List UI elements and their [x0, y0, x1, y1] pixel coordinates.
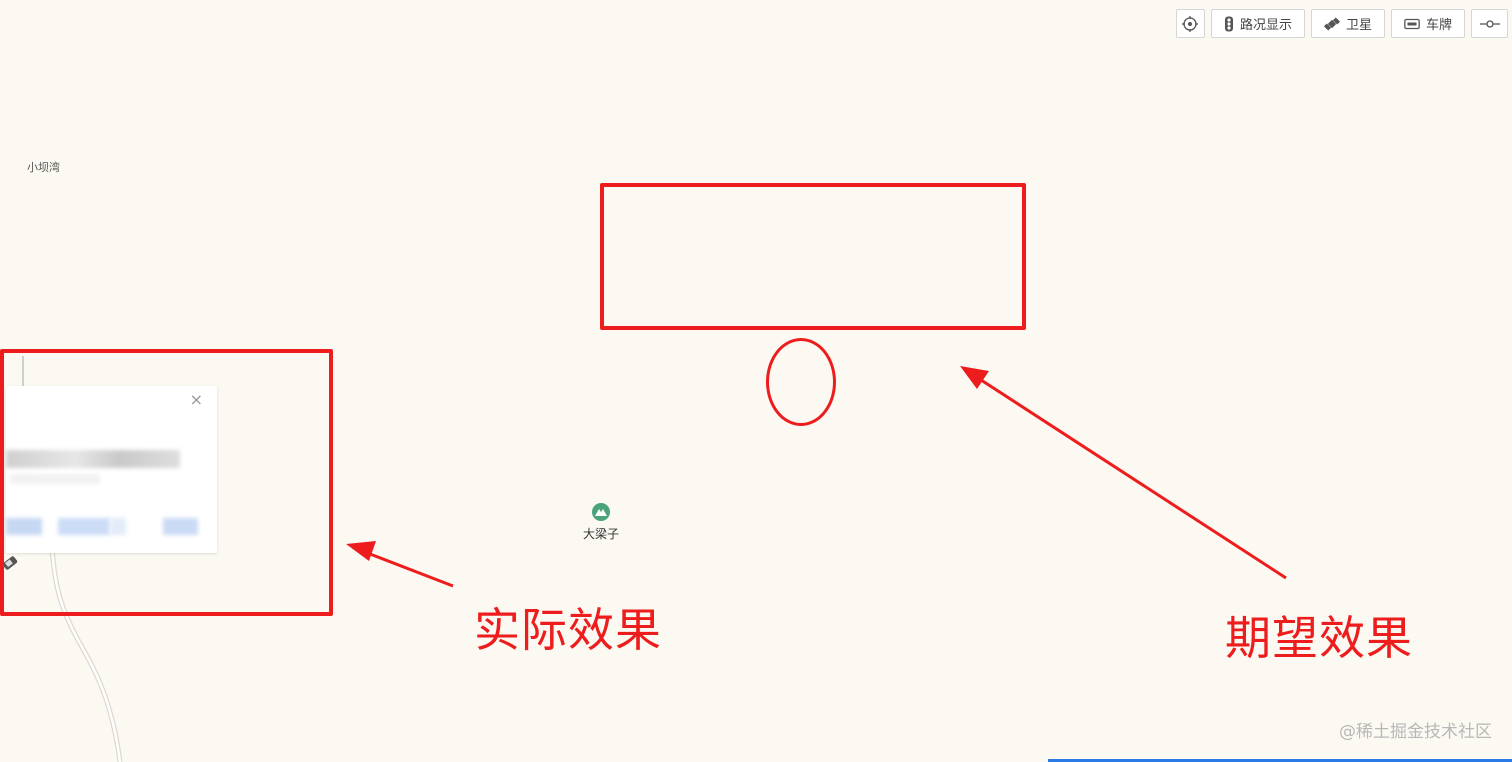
ruler-button[interactable] [1471, 9, 1508, 38]
ruler-icon [1479, 19, 1500, 28]
locate-button[interactable] [1175, 9, 1205, 38]
satellite-button[interactable]: 卫星 [1310, 9, 1385, 38]
watermark: @稀土掘金技术社区 [1339, 722, 1492, 742]
expected-effect-label: 期望效果 [1225, 611, 1413, 665]
actual-effect-label: 实际效果 [474, 603, 662, 657]
satellite-label: 卫星 [1345, 18, 1372, 33]
crosshair-icon [1182, 15, 1199, 32]
poi-marker[interactable]: 大梁子 [581, 503, 621, 542]
map-toolbar: 路况显示 卫星 车牌 [1175, 9, 1508, 38]
expected-effect-box [600, 183, 1026, 330]
license-plate-icon [1404, 18, 1420, 29]
mountain-icon [592, 503, 610, 521]
traffic-light-icon [1224, 16, 1233, 31]
plate-button[interactable]: 车牌 [1390, 9, 1465, 38]
traffic-button[interactable]: 路况显示 [1210, 9, 1305, 38]
expected-effect-ellipse [766, 338, 836, 426]
map-place-label: 小坝湾 [27, 161, 60, 174]
plate-label: 车牌 [1425, 18, 1452, 33]
traffic-label: 路况显示 [1239, 18, 1292, 33]
actual-effect-highlight-box [0, 349, 333, 616]
poi-label: 大梁子 [582, 527, 619, 541]
satellite-icon [1323, 16, 1340, 31]
